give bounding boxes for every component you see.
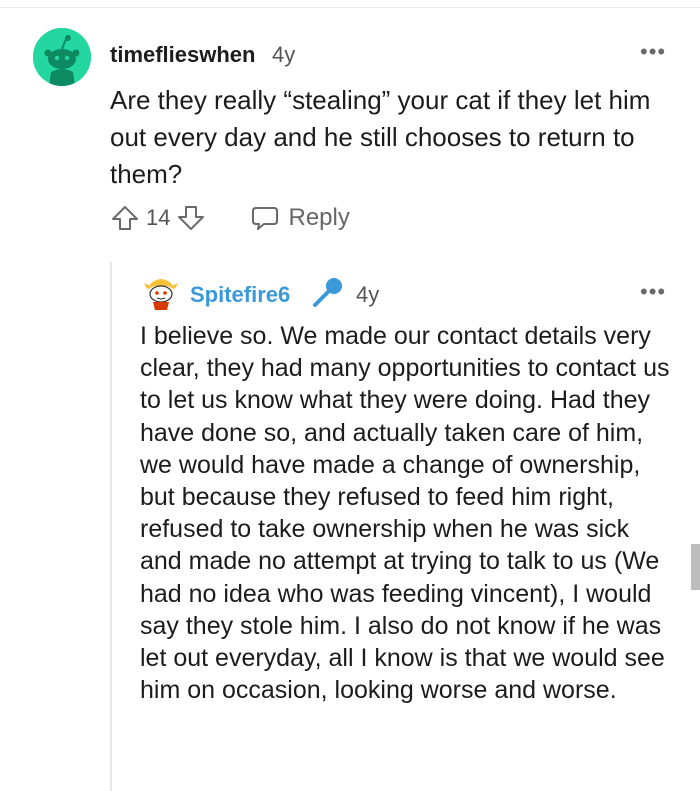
reply-username[interactable]: Spitefire6 [190,282,290,308]
user-avatar[interactable] [33,28,91,86]
chat-bubble-icon [252,207,279,230]
reply-age: 4y [356,282,380,307]
reply-body: I believe so. We made our contact detail… [140,322,670,705]
more-options-icon[interactable]: ••• [640,39,666,65]
microphone-icon [313,278,342,307]
comment-username[interactable]: timeflieswhen [110,42,255,68]
scrollbar-thumb[interactable] [691,544,700,590]
upvote-icon[interactable] [110,203,140,233]
comment-age: 4y [272,42,296,67]
reply-avatar-icon[interactable] [142,274,180,312]
downvote-icon[interactable] [176,203,206,233]
snoo-avatar-icon [33,28,91,86]
comment-actions: 14 Reply [110,200,350,236]
vote-count: 14 [146,205,171,230]
reply-label: Reply [288,204,350,231]
thread-line[interactable] [110,262,112,791]
top-divider [0,7,700,8]
reply-button[interactable]: Reply [250,203,350,233]
more-options-icon[interactable]: ••• [640,279,666,305]
comment-body: Are they really “stealing” your cat if t… [110,85,651,189]
